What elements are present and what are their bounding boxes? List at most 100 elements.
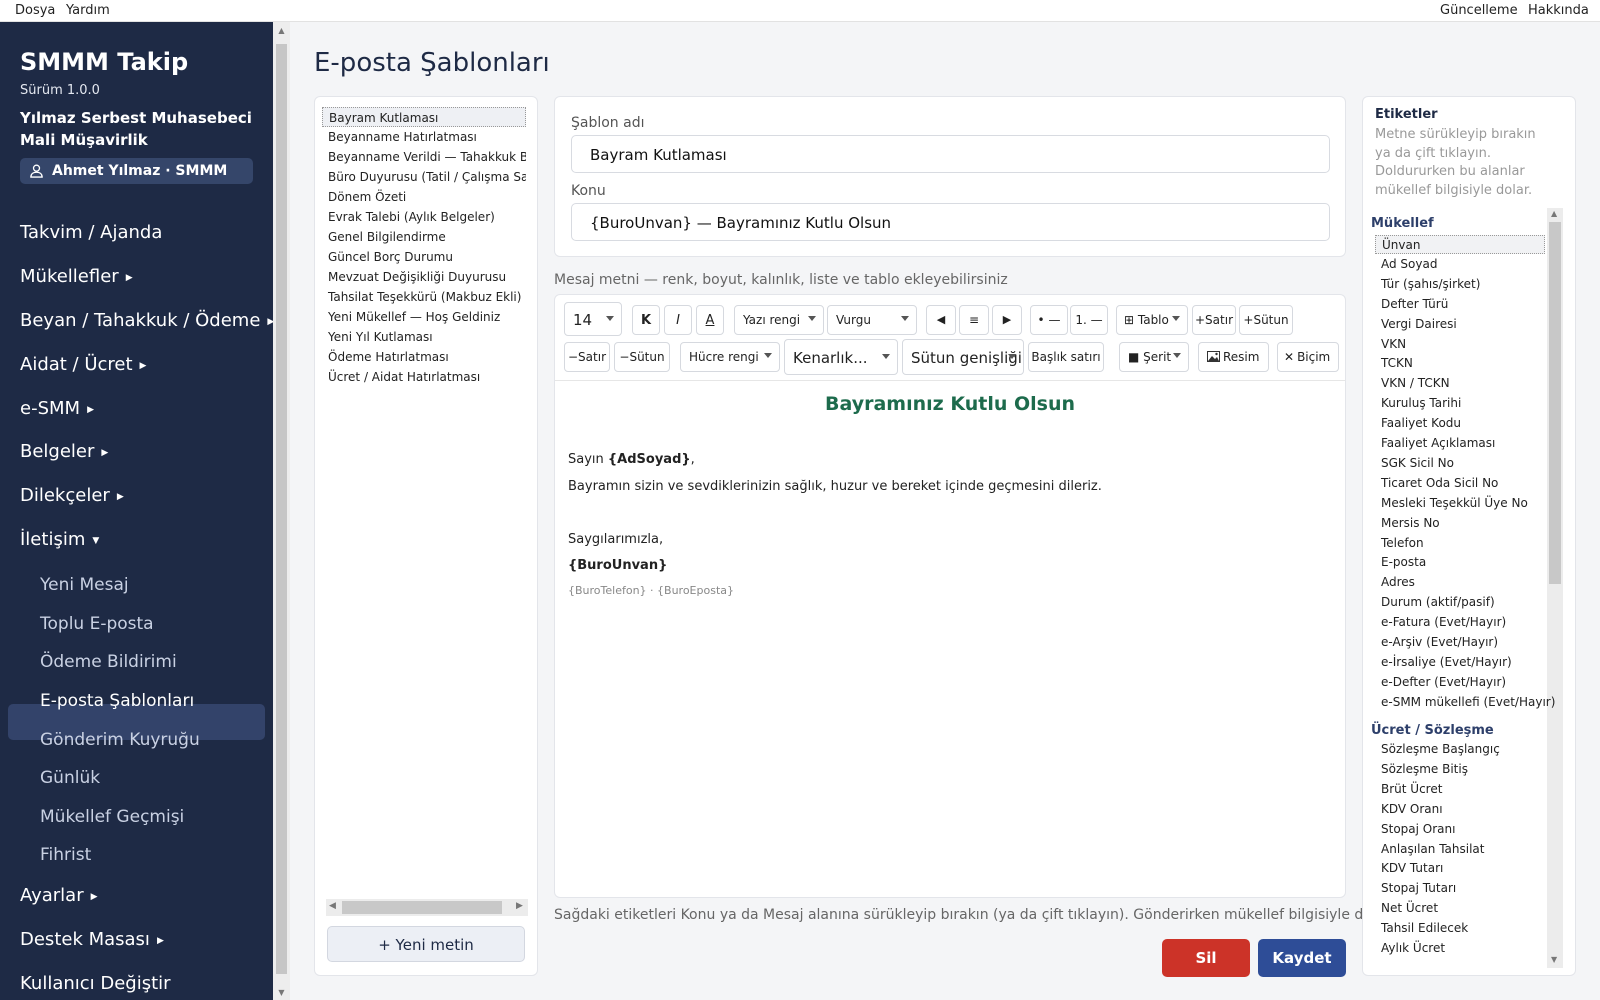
scroll-up-icon[interactable]: ▲ [273, 26, 290, 35]
tag-item[interactable]: Durum (aktif/pasif) [1375, 593, 1545, 612]
align-right-button[interactable]: ▶ [992, 305, 1022, 335]
tag-item[interactable]: Defter Türü [1375, 295, 1545, 314]
template-item[interactable]: Ücret / Aidat Hatırlatması [322, 367, 526, 387]
menu-help[interactable]: Yardım [66, 3, 110, 18]
italic-button[interactable]: I [664, 305, 692, 335]
scroll-down-icon[interactable]: ▼ [1551, 955, 1557, 964]
template-item[interactable]: Ödeme Hatırlatması [322, 347, 526, 367]
tag-item[interactable]: Vergi Dairesi [1375, 315, 1545, 334]
tag-item[interactable]: Brüt Ücret [1375, 780, 1545, 799]
add-row-button[interactable]: +Satır [1192, 305, 1236, 335]
tag-item[interactable]: Stopaj Oranı [1375, 820, 1545, 839]
new-template-button[interactable]: + Yeni metin [327, 926, 525, 962]
template-item[interactable]: Yeni Mükellef — Hoş Geldiniz [322, 307, 526, 327]
align-center-button[interactable]: ≡ [959, 305, 989, 335]
nav-yeni-mesaj[interactable]: Yeni Mesaj [40, 575, 129, 595]
tag-item[interactable]: Tahsil Edilecek [1375, 919, 1545, 938]
tag-item[interactable]: Ad Soyad [1375, 255, 1545, 274]
text-color-select[interactable]: Yazı rengi [734, 305, 824, 335]
nav-iletisim[interactable]: İletişim ▼ [20, 529, 99, 550]
numbered-list-button[interactable]: 1. — [1070, 305, 1108, 335]
table-menu-button[interactable]: ⊞ Tablo [1116, 305, 1188, 335]
tag-item[interactable]: Tür (şahıs/şirket) [1375, 275, 1545, 294]
tag-item[interactable]: Adres [1375, 573, 1545, 592]
template-item[interactable]: Güncel Borç Durumu [322, 247, 526, 267]
menu-about[interactable]: Hakkında [1528, 3, 1589, 18]
tag-item[interactable]: Faaliyet Açıklaması [1375, 434, 1545, 453]
nav-mukellefler[interactable]: Mükellefler ▶ [20, 266, 133, 287]
nav-kullanici-degistir[interactable]: Kullanıcı Değiştir [20, 973, 171, 994]
template-item[interactable]: Beyanname Hatırlatması [322, 127, 526, 147]
tag-item[interactable]: Ticaret Oda Sicil No [1375, 474, 1545, 493]
nav-odeme-bildirimi[interactable]: Ödeme Bildirimi [40, 652, 177, 672]
sidebar-scrollbar[interactable]: ▲ ▼ [273, 22, 290, 1000]
template-item[interactable]: Bayram Kutlaması [322, 107, 526, 127]
tag-item[interactable]: SGK Sicil No [1375, 454, 1545, 473]
template-item[interactable]: Dönem Özeti [322, 187, 526, 207]
scrollbar-thumb[interactable] [342, 901, 502, 914]
highlight-select[interactable]: Vurgu [827, 305, 917, 335]
tag-item[interactable]: TCKN [1375, 354, 1545, 373]
template-item[interactable]: Beyanname Verildi — Tahakkuk Bilgisi [322, 147, 526, 167]
tag-item[interactable]: Aylık Ücret [1375, 939, 1545, 958]
border-select[interactable]: Kenarlık... [784, 339, 898, 375]
nav-mukellef-gecmisi[interactable]: Mükellef Geçmişi [40, 807, 184, 827]
subject-input[interactable]: {BuroUnvan} — Bayramınız Kutlu Olsun [571, 203, 1330, 241]
template-item[interactable]: Büro Duyurusu (Tatil / Çalışma Saatleri) [322, 167, 526, 187]
tag-item[interactable]: Net Ücret [1375, 899, 1545, 918]
nav-takvim[interactable]: Takvim / Ajanda [20, 222, 162, 243]
tag-item[interactable]: e-Fatura (Evet/Hayır) [1375, 613, 1545, 632]
tag-item[interactable]: e-Arşiv (Evet/Hayır) [1375, 633, 1545, 652]
tag-item[interactable]: Stopaj Tutarı [1375, 879, 1545, 898]
tag-item[interactable]: Ünvan [1375, 235, 1545, 254]
nav-gonderim-kuyrugu[interactable]: Gönderim Kuyruğu [40, 730, 200, 750]
tag-item[interactable]: VKN / TCKN [1375, 374, 1545, 393]
scrollbar-thumb[interactable] [1549, 222, 1561, 584]
add-column-button[interactable]: +Sütun [1239, 305, 1293, 335]
tag-item[interactable]: Mersis No [1375, 514, 1545, 533]
template-item[interactable]: Genel Bilgilendirme [322, 227, 526, 247]
template-item[interactable]: Evrak Talebi (Aylık Belgeler) [322, 207, 526, 227]
tag-item[interactable]: Sözleşme Başlangıç [1375, 740, 1545, 759]
tag-item[interactable]: VKN [1375, 335, 1545, 354]
bold-button[interactable]: K [632, 305, 660, 335]
tag-item[interactable]: Kuruluş Tarihi [1375, 394, 1545, 413]
column-width-select[interactable]: Sütun genişliği... [902, 339, 1024, 375]
scroll-up-icon[interactable]: ▲ [1551, 209, 1557, 218]
template-item[interactable]: Yeni Yıl Kutlaması [322, 327, 526, 347]
stripe-select[interactable]: ■ Şerit [1119, 342, 1189, 372]
menu-update[interactable]: Güncelleme [1440, 3, 1518, 18]
nav-belgeler[interactable]: Belgeler ▶ [20, 441, 108, 462]
menu-file[interactable]: Dosya [15, 3, 55, 18]
nav-dilekceler[interactable]: Dilekçeler ▶ [20, 485, 124, 506]
tag-item[interactable]: Faaliyet Kodu [1375, 414, 1545, 433]
tag-item[interactable]: Anlaşılan Tahsilat [1375, 840, 1545, 859]
nav-gunluk[interactable]: Günlük [40, 768, 100, 788]
tag-item[interactable]: Telefon [1375, 534, 1545, 553]
tag-item[interactable]: E-posta [1375, 553, 1545, 572]
nav-fihrist[interactable]: Fihrist [40, 845, 91, 865]
insert-image-button[interactable]: Resim [1198, 342, 1269, 372]
align-left-button[interactable]: ◀ [926, 305, 956, 335]
delete-column-button[interactable]: −Sütun [614, 342, 670, 372]
delete-button[interactable]: Sil [1162, 939, 1250, 977]
tag-item[interactable]: e-İrsaliye (Evet/Hayır) [1375, 653, 1545, 672]
clear-format-button[interactable]: ✕ Biçim [1277, 342, 1339, 372]
underline-button[interactable]: A [696, 305, 724, 335]
scroll-left-icon[interactable]: ◀ [329, 901, 336, 911]
font-size-select[interactable]: 14 [564, 302, 622, 336]
tag-item[interactable]: Mesleki Teşekkül Üye No [1375, 494, 1545, 513]
nav-eposta-sablonlari[interactable]: E-posta Şablonları [40, 691, 194, 711]
nav-esmm[interactable]: e-SMM ▶ [20, 398, 94, 419]
template-item[interactable]: Tahsilat Teşekkürü (Makbuz Ekli) [322, 287, 526, 307]
save-button[interactable]: Kaydet [1258, 939, 1346, 977]
tag-item[interactable]: e-Defter (Evet/Hayır) [1375, 673, 1545, 692]
cell-color-select[interactable]: Hücre rengi [680, 342, 780, 372]
tag-item[interactable]: KDV Oranı [1375, 800, 1545, 819]
header-row-button[interactable]: Başlık satırı [1028, 342, 1104, 372]
bullet-list-button[interactable]: • — [1030, 305, 1068, 335]
scroll-down-icon[interactable]: ▼ [273, 988, 290, 997]
tag-item[interactable]: Sözleşme Bitiş [1375, 760, 1545, 779]
template-item[interactable]: Mevzuat Değişikliği Duyurusu [322, 267, 526, 287]
nav-destek[interactable]: Destek Masası ▶ [20, 929, 164, 950]
